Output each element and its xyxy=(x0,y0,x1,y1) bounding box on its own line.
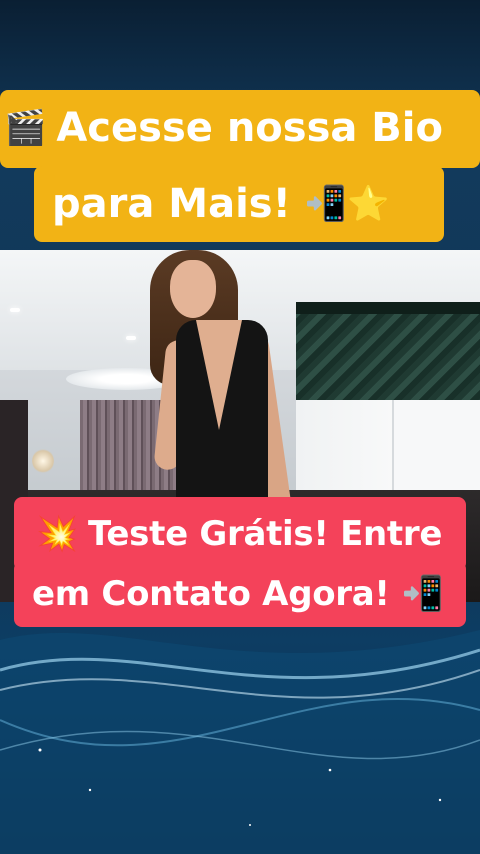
phone-arrow-icon: 📲⭐ xyxy=(304,184,390,224)
phone-arrow-icon: 📲 xyxy=(401,574,444,614)
top-caption-line1: 🎬 Acesse nossa Bio xyxy=(0,90,480,168)
top-caption-text-2: para Mais! xyxy=(52,181,291,227)
ceiling-light xyxy=(126,336,136,340)
bottom-caption-text-1: Teste Grátis! Entre xyxy=(88,514,443,554)
bottom-caption-line1: 💥 Teste Grátis! Entre xyxy=(14,497,466,571)
clapperboard-icon: 🎬 xyxy=(4,108,47,148)
marble-cap xyxy=(296,302,480,314)
top-caption-line2: para Mais! 📲⭐ xyxy=(34,166,444,242)
bottom-caption-line2: em Contato Agora! 📲 xyxy=(14,561,466,627)
top-caption-text-1: Acesse nossa Bio xyxy=(56,105,443,151)
bottom-caption-text-2: em Contato Agora! xyxy=(32,574,390,614)
lamp xyxy=(32,448,54,474)
ceiling-light xyxy=(10,308,20,312)
collision-icon: 💥 xyxy=(36,514,79,554)
decorative-wave xyxy=(0,630,480,854)
person-face xyxy=(170,260,216,318)
